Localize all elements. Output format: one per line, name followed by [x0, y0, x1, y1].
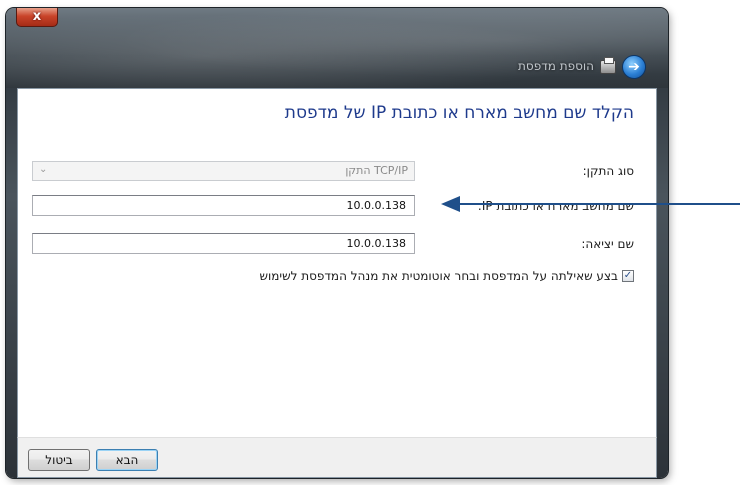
printer-icon: [600, 57, 616, 74]
port-name-value: 10.0.0.138: [346, 237, 406, 250]
hostname-input[interactable]: 10.0.0.138: [32, 195, 415, 216]
device-type-value: התקן TCP/IP: [345, 164, 408, 177]
close-button[interactable]: x: [16, 8, 58, 27]
port-name-input[interactable]: 10.0.0.138: [32, 233, 415, 254]
button-bar: הבא ביטול: [17, 437, 657, 478]
cancel-button[interactable]: ביטול: [28, 449, 90, 471]
hostname-value: 10.0.0.138: [346, 199, 406, 212]
query-printer-label: בצע שאילתה על המדפסת ובחר אוטומטית את מנ…: [259, 269, 618, 283]
query-printer-checkbox[interactable]: ✓: [622, 270, 634, 282]
back-arrow-icon[interactable]: ➔: [622, 55, 646, 79]
title-bar: [6, 8, 668, 88]
hostname-label: שם מחשב מארח או כתובת IP:: [477, 199, 634, 213]
chevron-down-icon[interactable]: ⌄: [39, 164, 47, 175]
device-type-dropdown[interactable]: התקן TCP/IP ⌄: [32, 161, 415, 181]
add-printer-window: x ➔ הוספת מדפסת הקלד שם מחשב מארח או כתו…: [6, 8, 668, 478]
port-name-label: שם יציאה:: [581, 237, 634, 251]
wizard-content: הקלד שם מחשב מארח או כתובת IP של מדפסת ס…: [17, 88, 657, 437]
device-type-label: סוג התקן:: [582, 164, 634, 178]
next-button[interactable]: הבא: [96, 449, 158, 471]
query-printer-option[interactable]: ✓ בצע שאילתה על המדפסת ובחר אוטומטית את …: [259, 269, 634, 283]
window-title: הוספת מדפסת: [518, 59, 594, 73]
page-heading: הקלד שם מחשב מארח או כתובת IP של מדפסת: [284, 103, 634, 123]
